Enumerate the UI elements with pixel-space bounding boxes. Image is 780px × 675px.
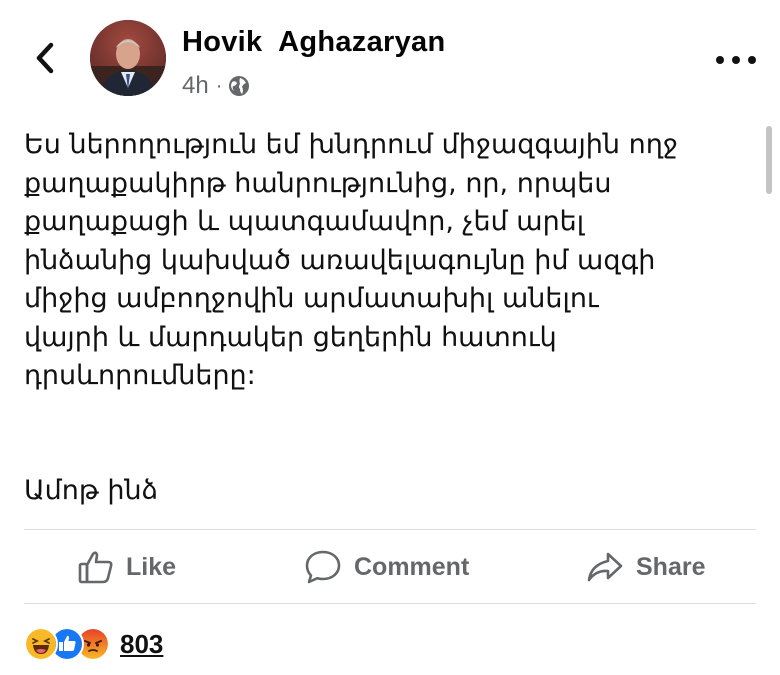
comment-label: Comment [354,552,470,581]
comment-bubble-icon [305,550,341,584]
like-button[interactable]: Like [78,530,176,604]
post-text-line: Ես ներողություն եմ խնդրում միջազգային ող… [24,129,678,160]
post-text-line: ինձանից կախված առավելագույնը իմ ազգի [24,244,656,276]
thumbs-up-icon [78,551,113,584]
scrollbar-thumb[interactable] [766,126,772,194]
post-text-line: դրսևորումները: [24,360,256,391]
post-signature: Ամոթ ինձ [24,475,159,506]
ellipsis-dot [716,56,724,64]
post-meta: 4h · [182,72,250,100]
avatar[interactable] [90,20,166,96]
post-text-line: քաղաքացի և պատգամավոր, չեմ արել [24,206,585,237]
ellipsis-dot [748,56,756,64]
comment-button[interactable]: Comment [304,530,469,604]
back-button[interactable] [28,38,62,78]
action-bar: Like Comment Share [24,530,756,604]
ellipsis-dot [732,56,740,64]
author-name[interactable]: Hovik Aghazaryan [182,26,446,59]
post-time[interactable]: 4h [182,72,209,100]
haha-reaction-icon [24,627,58,661]
share-label: Share [636,552,706,581]
meta-separator: · [215,74,223,97]
profile-photo [90,20,166,96]
post-text-line: միջից ամբողջովին արմատախիլ անելու [24,283,599,314]
post-text: Ես ներողություն եմ խնդրում միջազգային ող… [24,126,744,396]
reactions-summary[interactable]: 803 [24,627,163,661]
post-text-line: վայրի և մարդակեր ցեղերին հատուկ [24,321,557,353]
reaction-count[interactable]: 803 [120,629,163,660]
post-text-line: քաղաքակիրթ հանրությունից, որ, որպես [24,167,612,199]
chevron-left-icon [36,42,54,74]
like-label: Like [126,552,177,581]
more-options-button[interactable] [716,50,756,70]
globe-icon [229,76,250,96]
share-arrow-icon [587,552,623,582]
share-button[interactable]: Share [586,530,705,604]
